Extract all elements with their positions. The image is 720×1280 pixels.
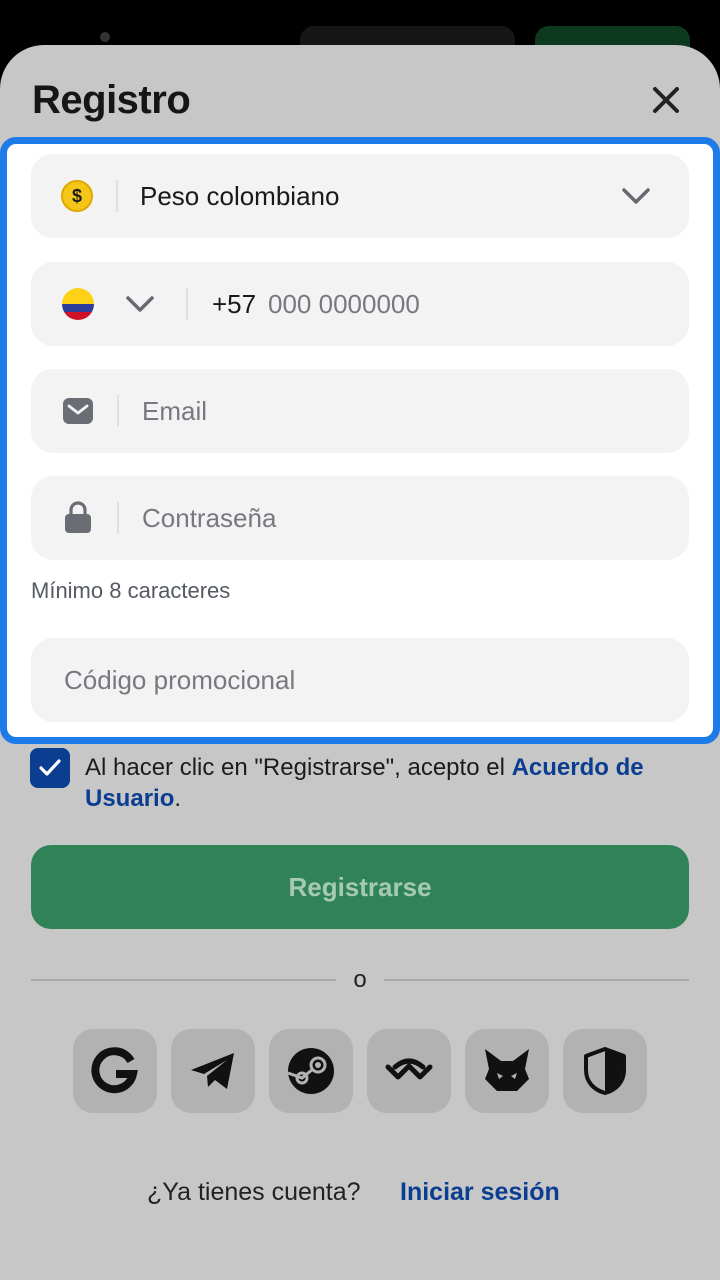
fox-icon [485,1049,529,1091]
camera-dot [100,32,110,42]
telegram-icon [191,1053,234,1089]
chevron-down-icon [622,188,650,204]
google-icon [91,1047,138,1094]
lock-icon [65,501,91,533]
promo-code-field[interactable]: Código promocional [31,638,689,722]
field-separator [117,395,119,427]
password-field[interactable]: Contraseña [31,476,689,560]
chevron-down-icon[interactable] [125,292,155,316]
consent-suffix: . [174,785,182,812]
password-input[interactable]: Contraseña [142,476,276,560]
metamask-login-button[interactable] [465,1029,549,1113]
page-title: Registro [32,78,191,122]
promo-code-input[interactable]: Código promocional [64,638,295,722]
phone-field[interactable]: +57 000 0000000 [31,262,689,346]
phone-input[interactable]: 000 0000000 [268,262,420,346]
email-field[interactable]: Email [31,369,689,453]
consent-checkbox[interactable] [30,748,70,788]
divider-line [384,979,689,981]
close-icon[interactable] [646,80,686,120]
mail-icon [63,398,93,424]
divider-label: o [353,966,367,993]
divider-line [31,979,336,981]
field-separator [186,288,188,320]
coin-icon: $ [61,180,93,212]
consent-label: Al hacer clic en "Registrarse", acepto e… [85,754,512,781]
phone-prefix: +57 [212,289,257,319]
colombia-flag-icon[interactable] [62,288,94,320]
walletconnect-login-button[interactable] [367,1029,451,1113]
have-account-text: ¿Ya tienes cuenta? [147,1178,361,1206]
steam-login-button[interactable] [269,1029,353,1113]
field-separator [116,180,118,212]
register-button[interactable]: Registrarse [31,845,689,929]
google-login-button[interactable] [73,1029,157,1113]
walletconnect-icon [385,1058,433,1080]
field-separator [117,502,119,534]
currency-value: Peso colombiano [140,181,340,211]
consent-text: Al hacer clic en "Registrarse", acepto e… [85,752,685,814]
shield-login-button[interactable] [563,1029,647,1113]
checkmark-icon [39,759,61,776]
email-input[interactable]: Email [142,369,207,453]
steam-icon [287,1048,334,1094]
login-link[interactable]: Iniciar sesión [400,1178,560,1207]
shield-icon [584,1047,626,1095]
telegram-login-button[interactable] [171,1029,255,1113]
password-hint: Mínimo 8 caracteres [31,578,231,603]
currency-select[interactable]: $ Peso colombiano [31,154,689,238]
